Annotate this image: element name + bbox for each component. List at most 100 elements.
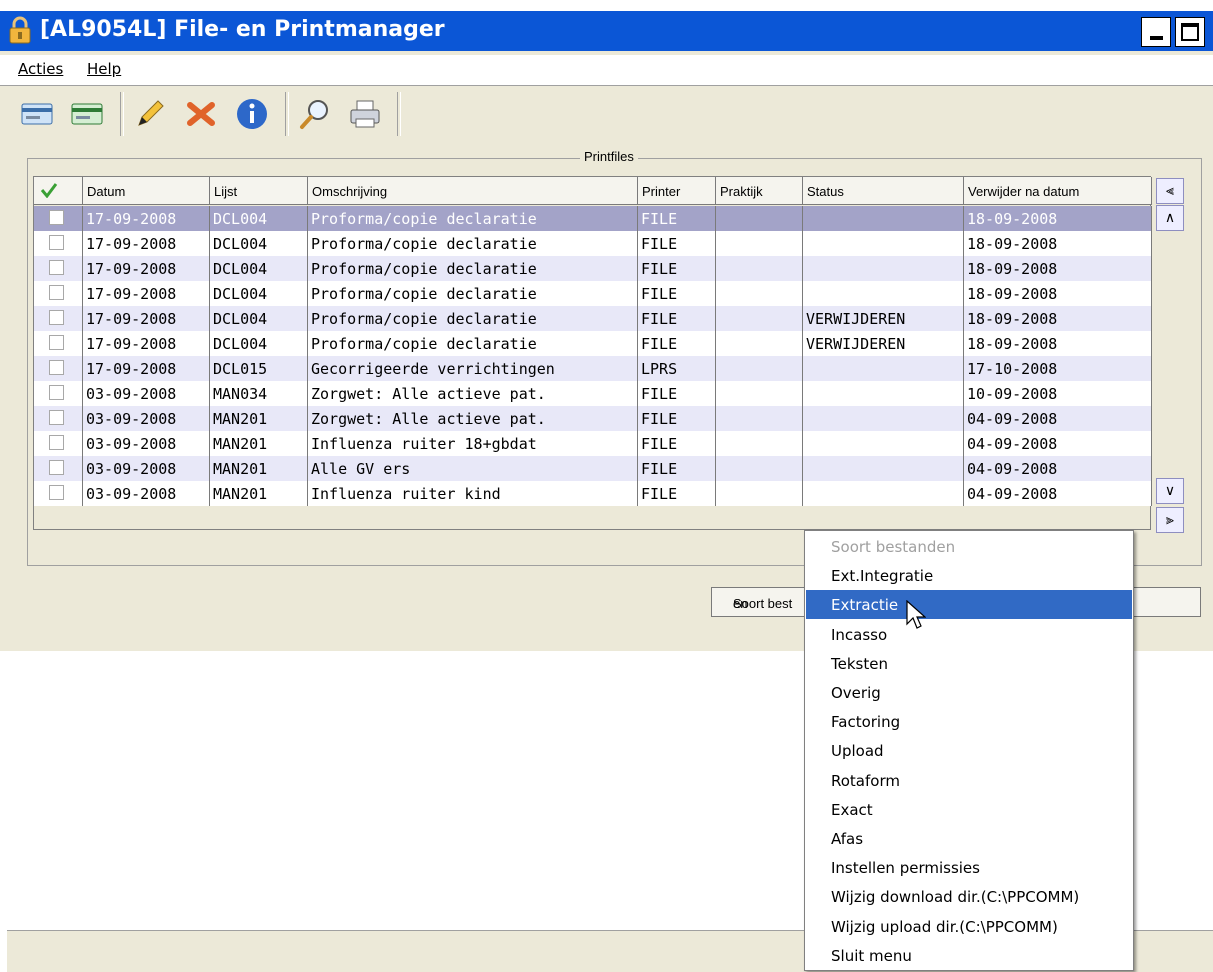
header-verwijder[interactable]: Verwijder na datum: [964, 177, 1152, 205]
header-status[interactable]: Status: [803, 177, 964, 205]
menu-acties[interactable]: Acties: [18, 60, 63, 78]
context-menu-item[interactable]: Wijzig upload dir.(C:\PPCOMM): [806, 912, 1132, 941]
table-row[interactable]: 17-09-2008 DCL015 Gecorrigeerde verrichtin…: [34, 356, 1152, 381]
table-cell: MAN201: [210, 456, 308, 481]
header-printer[interactable]: Printer: [638, 177, 716, 205]
context-menu-item[interactable]: Upload: [806, 736, 1132, 765]
table-cell: 18-09-2008: [964, 231, 1152, 256]
row-checkbox-cell: [34, 331, 83, 356]
row-checkbox[interactable]: [49, 210, 64, 225]
table-cell: 17-09-2008: [83, 356, 210, 381]
row-checkbox-cell: [34, 431, 83, 456]
table-cell: Influenza ruiter kind: [308, 481, 638, 506]
search-icon[interactable]: [298, 97, 332, 131]
maximize-button[interactable]: [1175, 17, 1205, 47]
table-row[interactable]: 17-09-2008 DCL004 Proforma/copie declarati…: [34, 281, 1152, 306]
table-cell: [803, 481, 964, 506]
printer-icon[interactable]: [348, 97, 382, 131]
context-menu-item[interactable]: Sluit menu: [806, 941, 1132, 970]
row-checkbox[interactable]: [49, 385, 64, 400]
row-checkbox[interactable]: [49, 410, 64, 425]
table-cell: [803, 256, 964, 281]
soort-button-label-right: en: [733, 596, 748, 611]
table-row[interactable]: 03-09-2008 MAN201 Influenza ruiter kind FIL…: [34, 481, 1152, 506]
table-row[interactable]: 17-09-2008 DCL004 Proforma/copie declarati…: [34, 206, 1152, 231]
context-menu-item[interactable]: Ext.Integratie: [806, 561, 1132, 590]
table-row[interactable]: 03-09-2008 MAN034 Zorgwet: Alle actieve pa…: [34, 381, 1152, 406]
lock-icon: [9, 16, 31, 44]
context-menu-item[interactable]: Rotaform: [806, 766, 1132, 795]
table-cell: FILE: [638, 281, 716, 306]
header-omschrijving[interactable]: Omschrijving: [308, 177, 638, 205]
row-checkbox[interactable]: [49, 235, 64, 250]
scroll-down-icon[interactable]: ∨: [1156, 478, 1184, 504]
table-cell: 03-09-2008: [83, 456, 210, 481]
context-menu-item[interactable]: Afas: [806, 824, 1132, 853]
table-cell: [803, 431, 964, 456]
table-cell: 18-09-2008: [964, 306, 1152, 331]
scroll-bottom-icon[interactable]: ⫸: [1156, 507, 1184, 533]
row-checkbox-cell: [34, 356, 83, 381]
table-cell: FILE: [638, 306, 716, 331]
row-checkbox[interactable]: [49, 485, 64, 500]
table-cell: DCL004: [210, 231, 308, 256]
context-menu-item[interactable]: Teksten: [806, 649, 1132, 678]
table-cell: Proforma/copie declaratie: [308, 231, 638, 256]
table-cell: Influenza ruiter 18+gbdat: [308, 431, 638, 456]
context-menu-item[interactable]: Wijzig download dir.(C:\PPCOMM): [806, 882, 1132, 911]
vertical-scrollbar[interactable]: ⫷ ∧ ∨ ⫸: [1153, 176, 1199, 538]
table-row[interactable]: 17-09-2008 DCL004 Proforma/copie declarati…: [34, 331, 1152, 356]
row-checkbox[interactable]: [49, 285, 64, 300]
context-menu-item[interactable]: Extractie: [806, 590, 1132, 620]
table-cell: Proforma/copie declaratie: [308, 281, 638, 306]
table-cell: [716, 306, 803, 331]
table-cell: 17-09-2008: [83, 231, 210, 256]
header-check[interactable]: [34, 177, 83, 205]
row-checkbox[interactable]: [49, 335, 64, 350]
table-cell: [716, 406, 803, 431]
row-checkbox-cell: [34, 206, 83, 231]
card-icon[interactable]: [20, 97, 54, 131]
table-cell: 18-09-2008: [964, 281, 1152, 306]
table-row[interactable]: 03-09-2008 MAN201 Alle GV ers FILE 04-09-200…: [34, 456, 1152, 481]
menu-help[interactable]: Help: [87, 60, 121, 78]
scroll-up-icon[interactable]: ∧: [1156, 205, 1184, 231]
mouse-cursor-icon: [906, 600, 926, 629]
table-cell: [716, 231, 803, 256]
context-menu-item[interactable]: Exact: [806, 795, 1132, 824]
context-menu-item[interactable]: Instellen permissies: [806, 853, 1132, 882]
table-row[interactable]: 03-09-2008 MAN201 Influenza ruiter 18+gbda…: [34, 431, 1152, 456]
menu-help-label: Help: [87, 60, 122, 78]
printfiles-label: Printfiles: [580, 149, 638, 164]
minimize-button[interactable]: [1141, 17, 1171, 47]
table-row[interactable]: 17-09-2008 DCL004 Proforma/copie declarati…: [34, 306, 1152, 331]
context-menu-item[interactable]: Factoring: [806, 707, 1132, 736]
row-checkbox[interactable]: [49, 310, 64, 325]
context-menu-item[interactable]: Overig: [806, 678, 1132, 707]
scroll-top-icon[interactable]: ⫷: [1156, 178, 1184, 204]
header-lijst[interactable]: Lijst: [210, 177, 308, 205]
row-checkbox[interactable]: [49, 360, 64, 375]
info-icon[interactable]: [235, 97, 269, 131]
table-cell: Zorgwet: Alle actieve pat.: [308, 381, 638, 406]
pencil-icon[interactable]: [133, 97, 167, 131]
table-cell: FILE: [638, 406, 716, 431]
row-checkbox[interactable]: [49, 460, 64, 475]
row-checkbox[interactable]: [49, 435, 64, 450]
row-checkbox-cell: [34, 481, 83, 506]
table-cell: Proforma/copie declaratie: [308, 306, 638, 331]
table-cell: [803, 381, 964, 406]
table-cell: FILE: [638, 481, 716, 506]
header-datum[interactable]: Datum: [83, 177, 210, 205]
row-checkbox[interactable]: [49, 260, 64, 275]
context-menu-item[interactable]: Incasso: [806, 620, 1132, 649]
card-green-icon[interactable]: [70, 97, 104, 131]
header-praktijk[interactable]: Praktijk: [716, 177, 803, 205]
table-row[interactable]: 17-09-2008 DCL004 Proforma/copie declarati…: [34, 231, 1152, 256]
table-row[interactable]: 17-09-2008 DCL004 Proforma/copie declarati…: [34, 256, 1152, 281]
table-row[interactable]: 03-09-2008 MAN201 Zorgwet: Alle actieve pa…: [34, 406, 1152, 431]
delete-icon[interactable]: [184, 97, 218, 131]
table-cell: DCL004: [210, 281, 308, 306]
table-cell: 03-09-2008: [83, 406, 210, 431]
row-checkbox-cell: [34, 256, 83, 281]
